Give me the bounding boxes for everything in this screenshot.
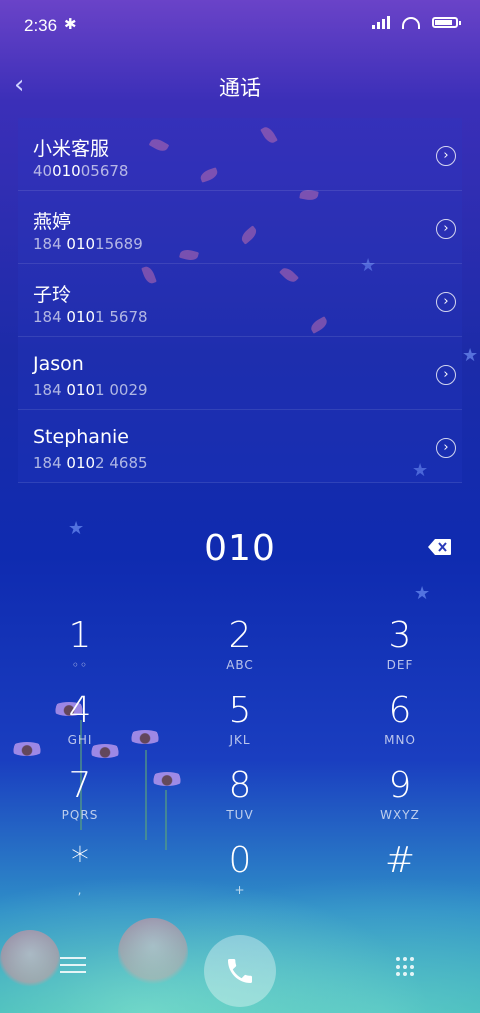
call-button[interactable] (204, 935, 276, 1007)
menu-icon[interactable] (60, 957, 86, 977)
chevron-right-circle-icon[interactable]: › (436, 292, 456, 312)
contact-row[interactable]: Jason 184 0101 0029 › (18, 337, 462, 410)
phone-icon (228, 959, 252, 983)
key-1[interactable]: 1 ◦◦ (15, 616, 145, 688)
contact-number: 184 0102 4685 (33, 454, 148, 472)
contact-name: 小米客服 (33, 138, 110, 160)
contact-list: 小米客服 4001005678 › 燕婷 184 01015689 › 子玲 1… (18, 118, 462, 483)
bottom-bar (0, 923, 480, 1013)
page-title: 通话 (219, 76, 261, 100)
contact-row[interactable]: 燕婷 184 01015689 › (18, 191, 462, 264)
key-7[interactable]: 7 PQRS (15, 766, 145, 838)
dial-input-display: 010 (204, 528, 276, 569)
key-0[interactable]: 0 + (175, 841, 305, 913)
contact-row[interactable]: 子玲 184 0101 5678 › (18, 264, 462, 337)
chevron-right-circle-icon[interactable]: › (436, 438, 456, 458)
key-4[interactable]: 4 GHI (15, 691, 145, 763)
status-time: 2:36 (24, 16, 58, 35)
wifi-icon (402, 16, 420, 29)
chevron-right-circle-icon[interactable]: › (436, 219, 456, 239)
battery-icon (432, 17, 461, 28)
key-9[interactable]: 9 WXYZ (335, 766, 465, 838)
dialpad-icon[interactable] (396, 957, 416, 977)
key-6[interactable]: 6 MNO (335, 691, 465, 763)
contact-number: 184 01015689 (33, 235, 143, 253)
voicemail-icon: ◦◦ (71, 658, 89, 672)
key-hash[interactable]: # (335, 841, 465, 913)
chevron-right-circle-icon[interactable]: › (436, 365, 456, 385)
status-bar: 2:36 ✱ (0, 0, 480, 52)
contact-name: Stephanie (33, 426, 129, 448)
key-star[interactable]: *, (15, 841, 145, 913)
key-5[interactable]: 5 JKL (175, 691, 305, 763)
contact-name: Jason (33, 353, 84, 375)
chevron-right-circle-icon[interactable]: › (436, 146, 456, 166)
contact-row[interactable]: 小米客服 4001005678 › (18, 118, 462, 191)
contact-row[interactable]: Stephanie 184 0102 4685 › (18, 410, 462, 483)
backspace-icon[interactable] (428, 538, 452, 556)
contact-name: 子玲 (33, 284, 72, 306)
key-3[interactable]: 3 DEF (335, 616, 465, 688)
signal-icon (372, 16, 390, 29)
key-8[interactable]: 8 TUV (175, 766, 305, 838)
contact-number: 184 0101 5678 (33, 308, 148, 326)
key-2[interactable]: 2 ABC (175, 616, 305, 688)
header: ‹ 通话 (0, 62, 480, 108)
bluetooth-icon: ✱ (64, 15, 77, 33)
contact-number: 184 0101 0029 (33, 381, 148, 399)
contact-number: 4001005678 (33, 162, 129, 180)
contact-name: 燕婷 (33, 211, 72, 233)
